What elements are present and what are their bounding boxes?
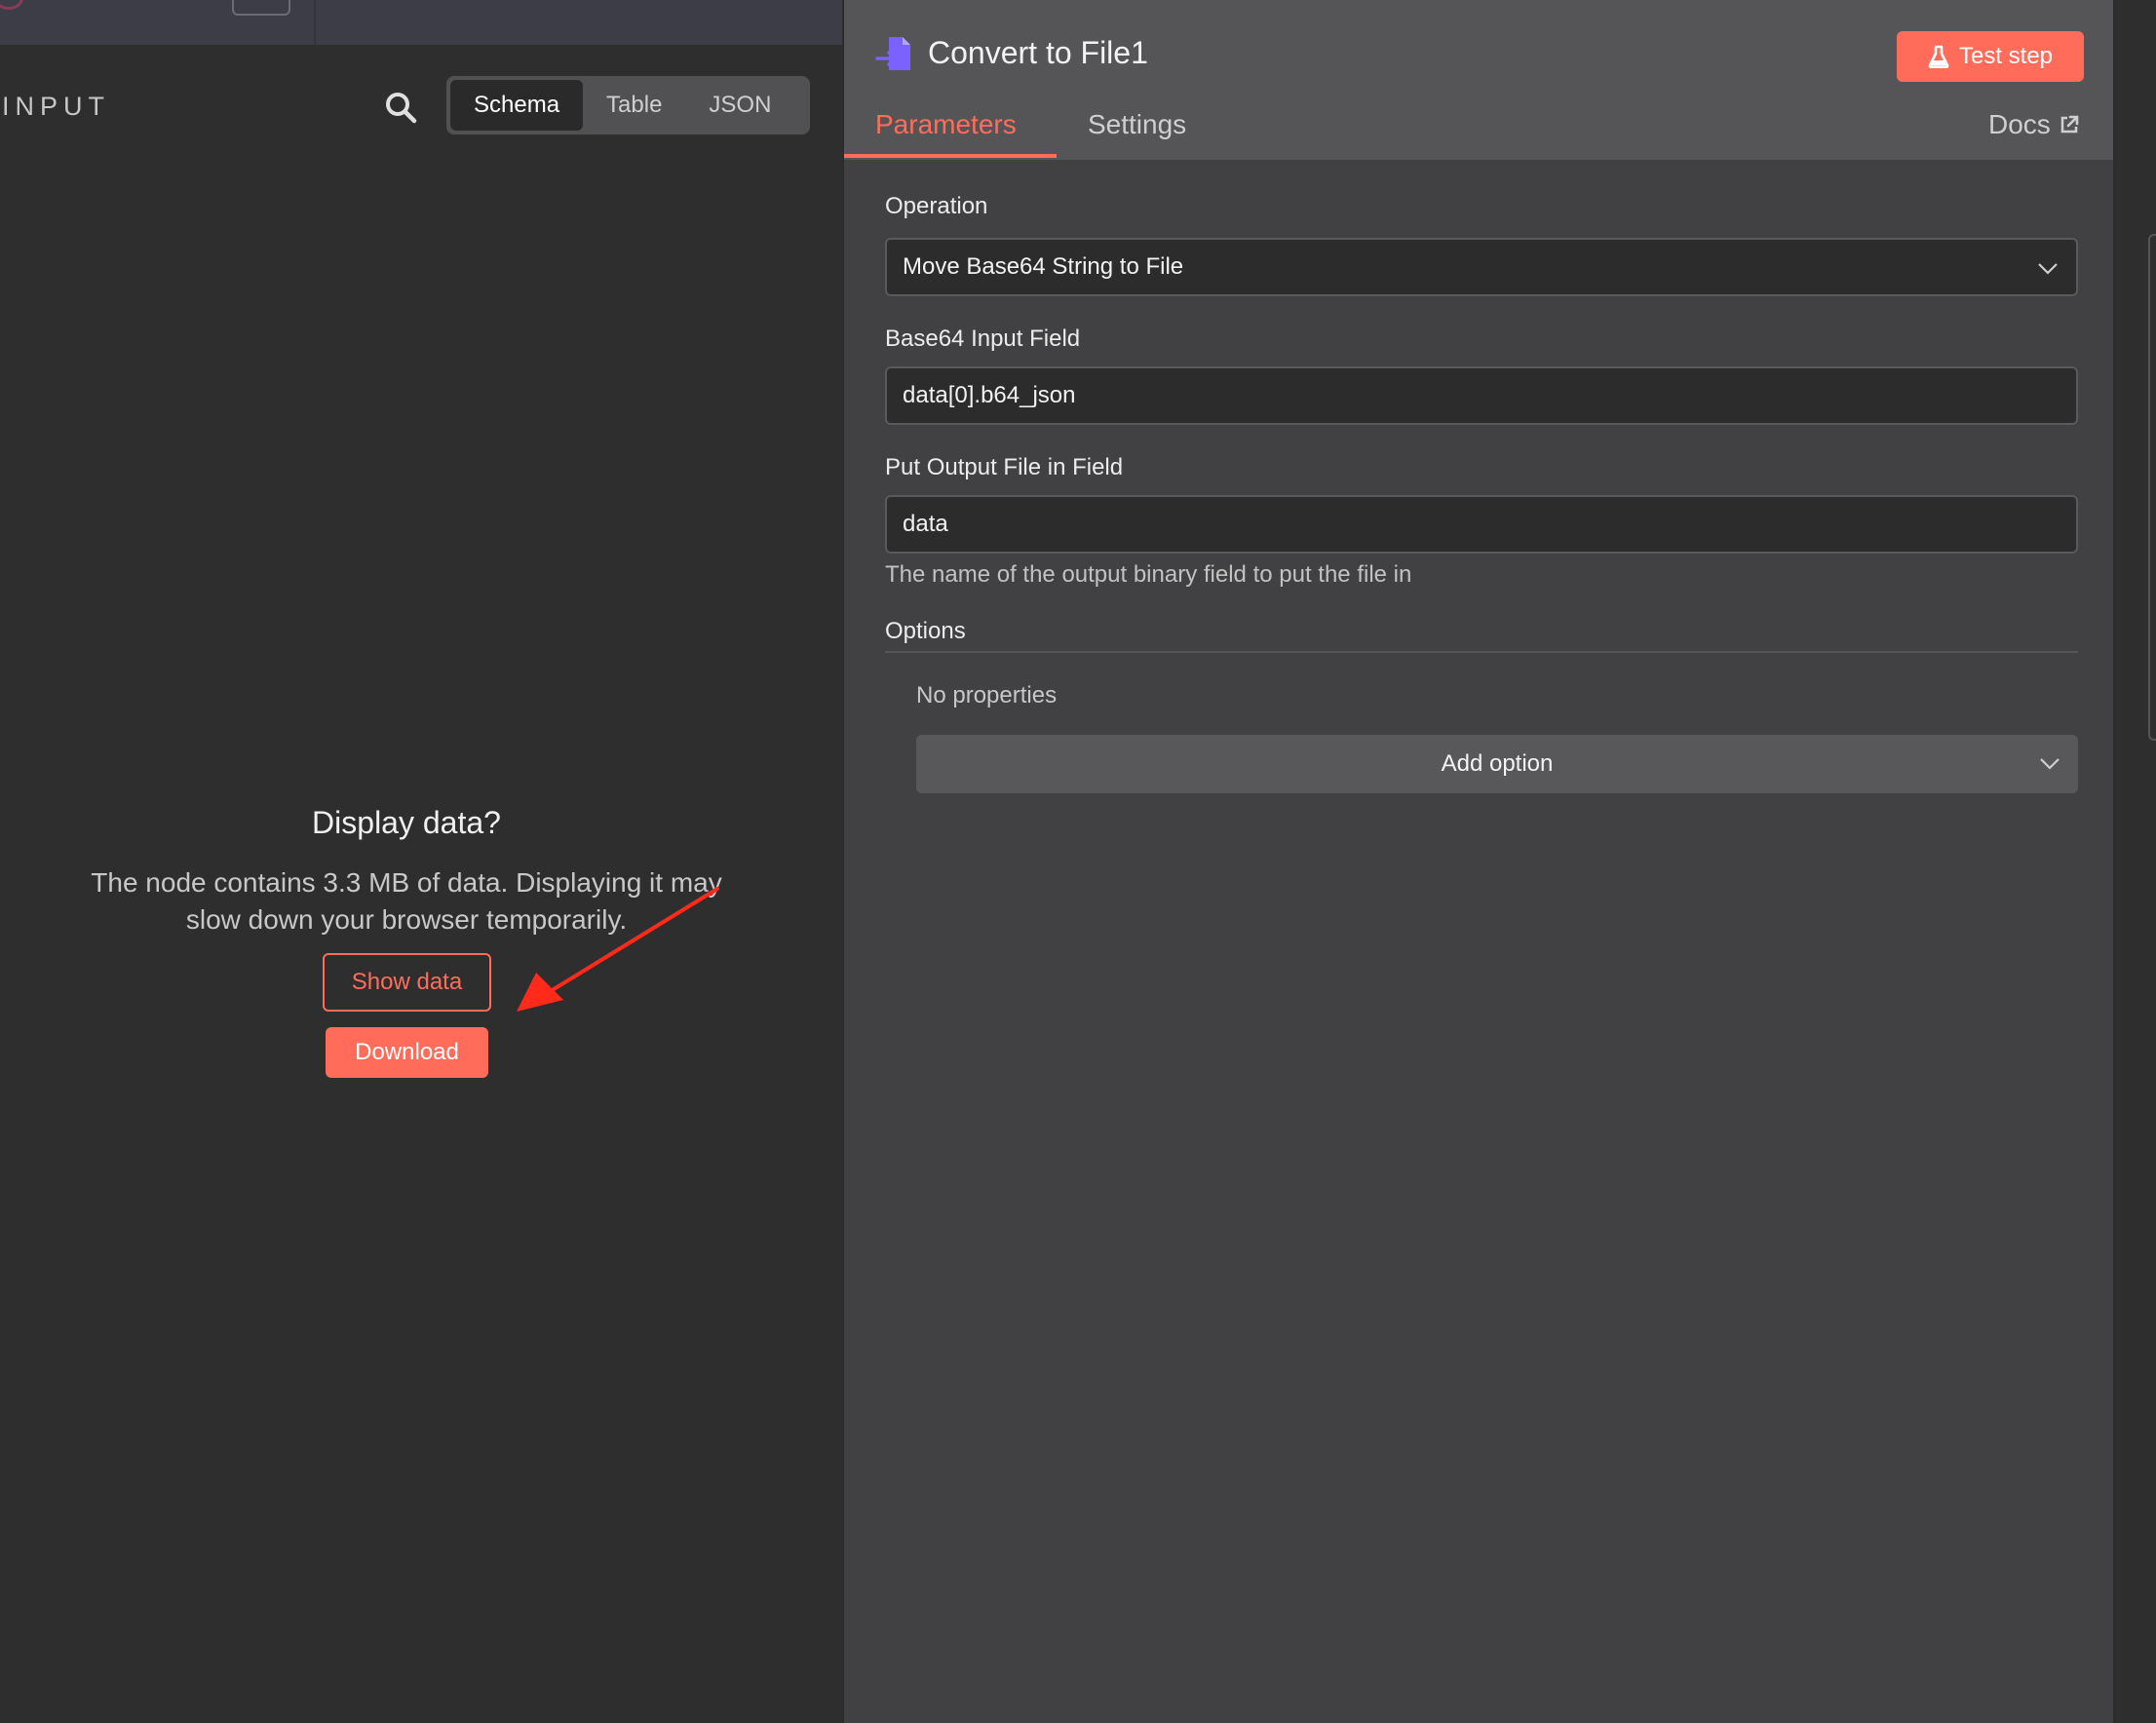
output-field-label: Put Output File in Field — [885, 454, 1124, 480]
chevron-down-icon — [2038, 263, 2058, 275]
operation-label: Operation — [885, 193, 988, 219]
input-panel-title: INPUT — [2, 92, 110, 121]
canvas-node[interactable] — [232, 0, 290, 16]
docs-link[interactable]: Docs — [1988, 109, 2080, 140]
test-step-label: Test step — [1958, 43, 2054, 69]
options-label: Options — [885, 618, 966, 644]
view-switch: Schema Table JSON — [446, 76, 810, 134]
canvas-connection — [0, 0, 23, 10]
output-field-hint: The name of the output binary field to p… — [885, 561, 1412, 588]
output-field-value: data — [903, 511, 948, 537]
search-icon[interactable] — [383, 90, 418, 125]
download-button[interactable]: Download — [326, 1027, 488, 1078]
tab-settings[interactable]: Settings — [1088, 109, 1186, 140]
operation-value: Move Base64 String to File — [903, 253, 1184, 280]
output-field-input[interactable]: data — [885, 495, 2078, 554]
convert-to-file-icon — [875, 37, 910, 70]
flask-icon — [1928, 45, 1949, 68]
output-panel-edge — [2115, 0, 2156, 1723]
node-parameters-panel: Convert to File1 Test step Parameters Se… — [842, 0, 2115, 1723]
no-properties-text: No properties — [916, 682, 1058, 708]
add-option-label: Add option — [1441, 750, 1554, 777]
canvas-divider — [314, 0, 316, 45]
base64-field-value: data[0].b64_json — [903, 382, 1076, 408]
tab-parameters[interactable]: Parameters — [875, 109, 1017, 140]
options-divider — [885, 651, 2078, 653]
annotation-arrow — [517, 887, 719, 1012]
output-panel-border — [2148, 234, 2156, 741]
view-tab-table[interactable]: Table — [583, 80, 685, 131]
docs-label: Docs — [1988, 109, 2051, 139]
base64-field-label: Base64 Input Field — [885, 325, 1081, 352]
add-option-button[interactable]: Add option — [916, 735, 2078, 793]
node-title[interactable]: Convert to File1 — [928, 35, 1148, 71]
node-header: Convert to File1 Test step Parameters Se… — [844, 0, 2113, 160]
display-data-title: Display data? — [312, 805, 501, 840]
base64-field-input[interactable]: data[0].b64_json — [885, 366, 2078, 425]
workflow-canvas-strip — [0, 0, 844, 45]
external-link-icon — [2060, 115, 2079, 134]
operation-select[interactable]: Move Base64 String to File — [885, 238, 2078, 296]
active-tab-indicator — [844, 154, 1057, 158]
view-tab-schema[interactable]: Schema — [450, 80, 584, 131]
test-step-button[interactable]: Test step — [1897, 31, 2084, 82]
view-tab-json[interactable]: JSON — [685, 80, 794, 131]
chevron-down-icon — [2040, 758, 2060, 770]
input-panel: INPUT Schema Table JSON Display data? Th… — [0, 45, 842, 1723]
show-data-button[interactable]: Show data — [323, 953, 491, 1012]
